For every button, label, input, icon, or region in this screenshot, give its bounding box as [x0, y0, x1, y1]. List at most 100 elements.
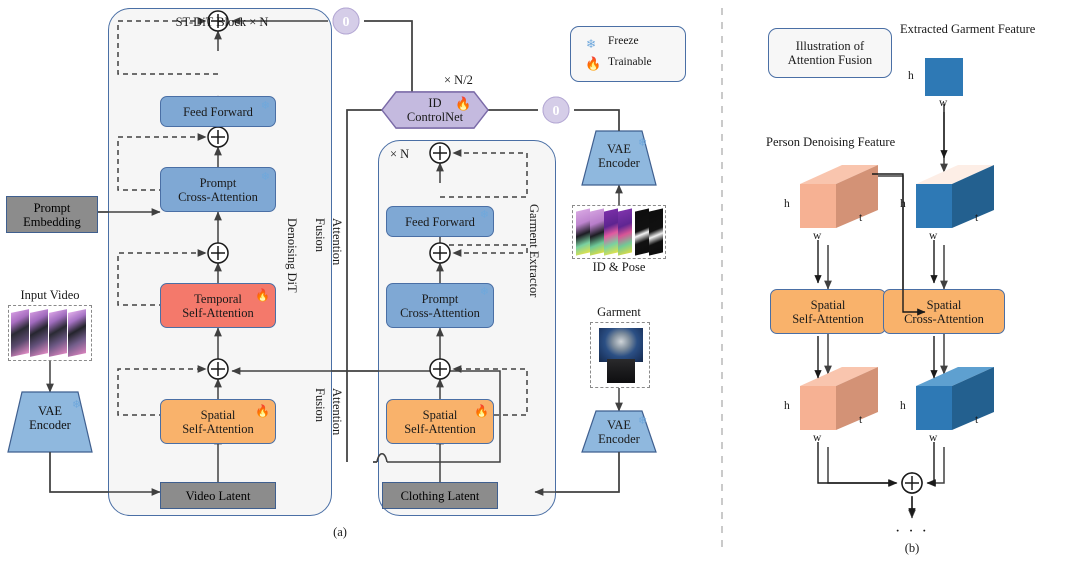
garment-prompt-ca-label-1: Prompt: [421, 291, 459, 306]
id-controlnet-repeat-label: × N/2: [444, 73, 473, 87]
attention-fusion-label-lower-attention: Attention: [330, 388, 344, 436]
garment-feed-forward-label: Feed Forward: [405, 214, 475, 229]
snowflake-icon: ❄: [479, 286, 489, 298]
flame-icon: 🔥: [474, 404, 489, 418]
prompt-embedding-label-1: Prompt: [33, 200, 71, 215]
spatial-self-attention-label-2: Self-Attention: [792, 311, 864, 326]
garment-feature-cube: [916, 165, 994, 228]
garment-image: [590, 322, 650, 388]
flame-icon: 🔥: [455, 96, 472, 111]
panel-b-ellipsis: · · ·: [895, 523, 929, 540]
attention-fusion-title-box: Illustration of Attention Fusion: [768, 28, 892, 78]
person-denoising-feature-title: Person Denoising Feature: [766, 135, 896, 149]
id-pose-frames: [572, 205, 666, 259]
input-video-label: Input Video: [20, 288, 80, 302]
garment-square-h-label: h: [908, 70, 914, 82]
stdit-block-title: ST-DiT Block × N: [175, 15, 269, 29]
garment-spatial-sa-label-2: Self-Attention: [404, 421, 476, 436]
snowflake-icon: ❄: [260, 171, 270, 183]
legend-freeze-label: Freeze: [608, 35, 639, 47]
spatial-cross-attention-label-1: Spatial: [926, 297, 962, 312]
person-out-cube-w-label: w: [813, 432, 822, 444]
vae-encoder-garment-line1: VAE: [606, 418, 632, 432]
panel-a-caption: (a): [333, 525, 347, 539]
spatial-self-attention-label-1: Spatial: [810, 297, 846, 312]
person-cube-t-label: t: [859, 212, 863, 224]
prompt-embedding-label-2: Embedding: [23, 214, 81, 229]
garment-cube-t-label: t: [975, 212, 979, 224]
attention-fusion-label-upper-attention: Attention: [330, 218, 344, 266]
garment-extractor-panel: [378, 140, 556, 516]
flame-icon: 🔥: [255, 288, 270, 302]
id-pose-label: ID & Pose: [592, 260, 646, 274]
garment-out-cube-h-label: h: [900, 400, 906, 412]
stdit-feed-forward-block[interactable]: Feed Forward ❄: [160, 96, 276, 127]
vae-encoder-left-line1: VAE: [37, 404, 63, 418]
prompt-embedding-box[interactable]: Prompt Embedding: [6, 196, 98, 233]
person-cube-h-label: h: [784, 198, 790, 210]
attention-fusion-title-1: Illustration of: [795, 39, 865, 53]
snowflake-icon: ❄: [479, 209, 489, 221]
garment-square-w-label: w: [939, 97, 948, 109]
person-output-cube: [800, 367, 878, 430]
vae-encoder-garment-line2: Encoder: [598, 432, 640, 447]
garment-extractor-side-label: Garment Extractor: [527, 204, 541, 298]
clothing-latent-box[interactable]: Clothing Latent: [382, 482, 498, 509]
snowflake-icon: ❄: [586, 37, 597, 51]
garment-cube-w-label: w: [929, 230, 938, 242]
garment-prompt-ca-label-2: Cross-Attention: [400, 305, 480, 320]
snowflake-icon: ❄: [260, 100, 270, 112]
stdit-temporal-self-attention-block[interactable]: Temporal Self-Attention 🔥: [160, 283, 276, 328]
garment-output-cube: [916, 367, 994, 430]
garment-spatial-sa-label-1: Spatial: [422, 407, 458, 422]
person-out-cube-t-label: t: [859, 414, 863, 426]
svg-text:0: 0: [553, 104, 560, 119]
extracted-garment-feature-title: Extracted Garment Feature: [900, 22, 1036, 36]
stdit-prompt-cross-attention-block[interactable]: Prompt Cross-Attention ❄: [160, 167, 276, 212]
panel-b-caption: (b): [904, 541, 920, 555]
svg-text:0: 0: [343, 15, 350, 30]
garment-out-cube-t-label: t: [975, 414, 979, 426]
stdit-temporal-sa-label-1: Temporal: [194, 291, 242, 306]
figure-root: 0 0 0 0 ST-DiT Block × N Feed Forward ❄ …: [0, 0, 1080, 562]
id-controlnet-label-2: ControlNet: [406, 110, 464, 125]
garment-feature-square: [925, 58, 963, 96]
garment-out-cube-w-label: w: [929, 432, 938, 444]
garment-cube-h-label: h: [900, 198, 906, 210]
flame-icon: 🔥: [255, 404, 270, 418]
stdit-prompt-ca-label-2: Cross-Attention: [178, 189, 258, 204]
person-feature-cube: [800, 165, 878, 228]
stdit-spatial-sa-label-2: Self-Attention: [182, 421, 254, 436]
denoising-dit-side-label: Denoising DiT: [285, 218, 299, 293]
input-video-frames: [8, 305, 92, 361]
svg-text:0: 0: [343, 15, 350, 30]
video-latent-box[interactable]: Video Latent: [160, 482, 276, 509]
snowflake-icon: ❄: [72, 399, 82, 411]
vae-encoder-id-pose-line1: VAE: [606, 142, 632, 156]
snowflake-icon: ❄: [638, 137, 648, 149]
vae-encoder-id-pose-line2: Encoder: [598, 156, 640, 171]
spatial-cross-attention-block-b[interactable]: Spatial Cross-Attention: [883, 289, 1005, 334]
person-cube-w-label: w: [813, 230, 822, 242]
spatial-self-attention-block-b[interactable]: Spatial Self-Attention: [770, 289, 886, 334]
stdit-prompt-ca-label-1: Prompt: [199, 175, 237, 190]
person-out-cube-h-label: h: [784, 400, 790, 412]
stdit-spatial-self-attention-block[interactable]: Spatial Self-Attention 🔥: [160, 399, 276, 444]
vae-encoder-left-line2: Encoder: [29, 418, 71, 433]
svg-text:0: 0: [553, 104, 560, 119]
legend-trainable-label: Trainable: [608, 56, 652, 68]
attention-fusion-title-2: Attention Fusion: [787, 53, 873, 67]
garment-prompt-cross-attention-block[interactable]: Prompt Cross-Attention ❄: [386, 283, 494, 328]
garment-feed-forward-block[interactable]: Feed Forward ❄: [386, 206, 494, 237]
stdit-feed-forward-label: Feed Forward: [183, 104, 253, 119]
attention-fusion-label-lower-fusion: Fusion: [313, 388, 327, 423]
id-controlnet-box[interactable]: ID ControlNet: [382, 96, 488, 125]
stdit-spatial-sa-label-1: Spatial: [200, 407, 236, 422]
garment-spatial-self-attention-block[interactable]: Spatial Self-Attention 🔥: [386, 399, 494, 444]
stdit-temporal-sa-label-2: Self-Attention: [182, 305, 254, 320]
id-controlnet-label-1: ID: [428, 96, 442, 110]
garment-label: Garment: [597, 305, 641, 319]
flame-icon: 🔥: [585, 56, 602, 71]
garment-extractor-repeat-label: × N: [390, 147, 410, 161]
attention-fusion-label-upper-fusion: Fusion: [313, 218, 327, 253]
